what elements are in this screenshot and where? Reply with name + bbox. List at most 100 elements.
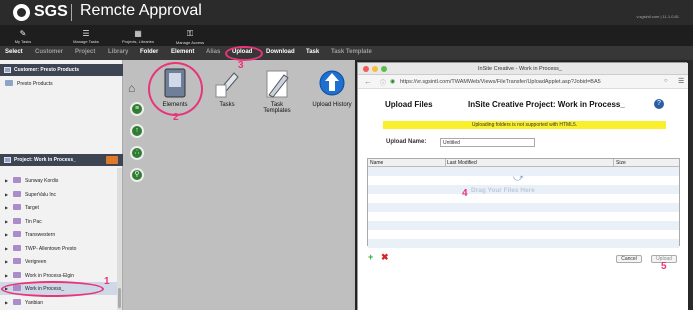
task-templates-tool[interactable]: Task Templates [257, 67, 297, 114]
my-tasks-button[interactable]: ✎ My Tasks [8, 29, 38, 44]
window-titlebar: InSite Creative - Work in Process_ [358, 63, 688, 75]
project-icon [13, 217, 21, 224]
file-table-header: Name Last Modified Size [368, 159, 679, 167]
html5-warning: Uploading folders is not supported with … [383, 121, 666, 129]
expand-arrow-icon[interactable]: ▶ [5, 232, 8, 237]
toolbar-label: Manage Tasks [73, 39, 99, 44]
file-drop-zone[interactable]: Name Last Modified Size ⤻ Drag Your File… [367, 158, 680, 248]
project-header-label: Project: Work in Process_ [14, 157, 76, 163]
menu-element[interactable]: Element [171, 49, 194, 55]
close-icon[interactable] [363, 66, 369, 72]
project-list-item[interactable]: ▶ Work in Process-Elgin [0, 269, 118, 282]
customer-item[interactable]: Presto Products [0, 77, 118, 90]
add-file-icon[interactable]: + [368, 252, 373, 262]
annotation-2: 2 [173, 112, 179, 123]
scrollbar[interactable] [117, 168, 122, 310]
project-list-item[interactable]: ▶ Transwestern [0, 228, 118, 241]
project-list-item[interactable]: ▶ Sunway Kordis [0, 174, 118, 187]
brand-name: SGS [34, 3, 68, 20]
up-arrow-icon[interactable]: ↑ [130, 124, 144, 138]
url-text[interactable]: https://vr.sgsintl.com/TWAMWeb/Views/Fil… [400, 79, 601, 85]
expand-arrow-icon[interactable]: ▶ [5, 192, 8, 197]
upload-body: Upload Files InSite Creative Project: Wo… [358, 89, 688, 310]
project-heading: InSite Creative Project: Work in Process… [468, 100, 625, 109]
project-list-item[interactable]: ▶ Target [0, 201, 118, 214]
back-arrow-icon[interactable]: ← [364, 77, 372, 86]
project-list-item[interactable]: ▶ SuperValu Inc [0, 188, 118, 201]
tree-icon[interactable]: ∴ [130, 146, 144, 160]
app-title: Remcte Approval [80, 2, 202, 19]
menu-project[interactable]: Project [75, 49, 95, 55]
lock-icon: ◉ [390, 79, 396, 85]
column-name[interactable]: Name [370, 160, 383, 166]
project-list-item[interactable]: ▶ Yanbian [0, 296, 118, 309]
file-row [368, 230, 679, 239]
expand-arrow-icon[interactable]: ▶ [5, 300, 8, 305]
tool-label: Task Templates [263, 102, 291, 114]
tasks-tool[interactable]: Tasks [207, 67, 247, 108]
project-label: Yanbian [25, 299, 43, 306]
menu-task[interactable]: Task [306, 49, 319, 55]
help-icon[interactable]: ? [654, 99, 664, 109]
project-icon [13, 177, 21, 183]
tasks-icon: ✎ [19, 29, 27, 38]
home-icon[interactable]: ⌂ [128, 81, 135, 95]
expand-arrow-icon[interactable]: ▶ [5, 205, 8, 210]
upload-history-tool[interactable]: Upload History [309, 67, 355, 108]
project-list-item[interactable]: ▶ Tin Pac [0, 215, 118, 228]
menu-select[interactable]: Select [5, 49, 23, 55]
project-icon [13, 190, 21, 197]
project-icon [13, 244, 21, 251]
toolbar-label: Manage Access [175, 40, 205, 45]
expand-arrow-icon[interactable]: ▶ [5, 178, 8, 183]
remove-file-icon[interactable]: ✖ [381, 252, 389, 263]
menu-customer[interactable]: Customer [35, 49, 63, 55]
tracking-icon[interactable]: ○ [664, 78, 668, 84]
expand-arrow-icon[interactable]: ▶ [5, 246, 8, 251]
project-list-item[interactable]: ▶ TWP- Allentown Presto [0, 242, 118, 255]
hamburger-menu-icon[interactable]: ☰ [678, 77, 684, 85]
customer-icon [5, 80, 13, 86]
menu-task-template[interactable]: Task Template [331, 49, 372, 55]
address-bar: ← ⓘ ◉ https://vr.sgsintl.com/TWAMWeb/Vie… [358, 75, 688, 89]
expand-arrow-icon[interactable]: ▶ [5, 273, 8, 278]
menu-download[interactable]: Download [266, 49, 295, 55]
project-icon [13, 204, 21, 210]
project-label: Verigreen [25, 259, 47, 265]
annotation-4: 4 [462, 188, 468, 199]
left-panel: Customer: Presto Products Presto Product… [0, 60, 123, 310]
info-icon[interactable]: ⓘ [380, 78, 386, 87]
search-icon[interactable]: ⚲ [130, 168, 144, 182]
file-row [368, 221, 679, 230]
annotation-3: 3 [238, 60, 244, 71]
project-label: Transwestern [25, 232, 56, 238]
folder-menu-icon[interactable] [106, 156, 118, 164]
projects-libraries-button[interactable]: ▦ Projects, Libraries [120, 29, 156, 44]
manage-access-button[interactable]: ⚿ Manage Access [172, 29, 208, 45]
manage-tasks-button[interactable]: ☰ Manage Tasks [70, 29, 102, 44]
user-info: v.sgsintl.com | 11.1.0.81 [636, 14, 679, 19]
file-drop-icon: ⤻ [513, 173, 524, 184]
column-size[interactable]: Size [616, 160, 626, 166]
expand-arrow-icon[interactable]: ▶ [5, 259, 8, 264]
menu-folder[interactable]: Folder [140, 49, 158, 55]
maximize-icon[interactable] [381, 66, 387, 72]
menu-library[interactable]: Library [108, 49, 128, 55]
upload-name-label: Upload Name: [386, 139, 427, 145]
file-row [368, 212, 679, 221]
cancel-button[interactable]: Cancel [616, 255, 642, 263]
menu-alias[interactable]: Alias [206, 49, 220, 55]
highlight-ring [1, 281, 104, 297]
list-icon[interactable]: ≡ [130, 102, 144, 116]
project-label: SuperValu Inc [25, 191, 57, 198]
scrollbar-thumb[interactable] [118, 288, 121, 308]
highlight-ring [148, 62, 203, 116]
expand-arrow-icon[interactable]: ▶ [5, 219, 8, 224]
project-list-item[interactable]: ▶ Verigreen [0, 255, 118, 268]
window-title: InSite Creative - Work in Process_ [478, 66, 562, 72]
column-last-modified[interactable]: Last Modified [447, 160, 477, 166]
upload-name-field[interactable] [440, 138, 535, 147]
minimize-icon[interactable] [372, 66, 378, 72]
upload-history-icon [319, 70, 345, 96]
manage-tasks-icon: ☰ [82, 29, 90, 38]
